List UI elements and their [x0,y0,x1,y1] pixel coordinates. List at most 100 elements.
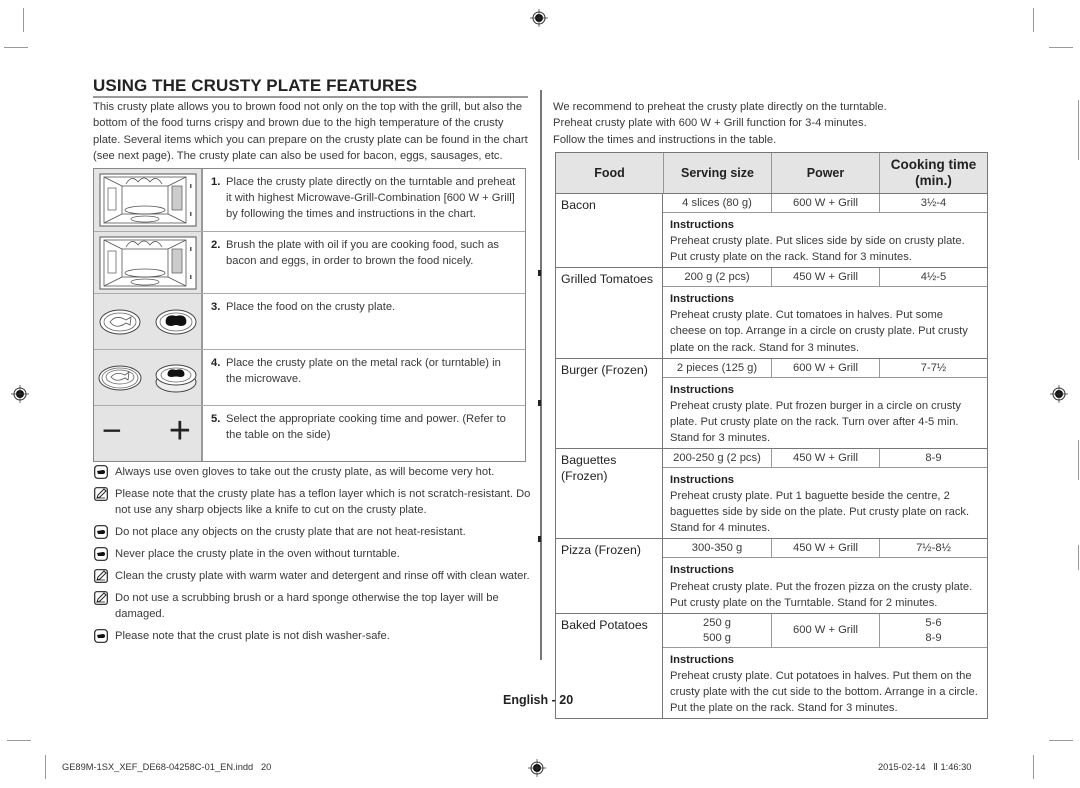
instructions-label: Instructions [670,653,735,666]
note-text: Do not place any objects on the crusty p… [115,526,466,538]
serving-size: 2 pieces (125 g) [676,361,758,374]
microwave-interior-icon [94,232,203,293]
crop-mark [4,47,28,48]
note-text: Always use oven gloves to take out the c… [115,466,495,478]
crop-mark [1078,100,1079,160]
step-row: 4. Place the crusty plate on the metal r… [94,349,525,405]
serving-size: 200 g (2 pcs) [684,271,750,284]
intro-line: We recommend to preheat the crusty plate… [553,101,887,113]
column-divider [540,90,542,660]
note-pencil-icon [94,487,108,501]
cooking-time: 7-7½ [879,358,987,377]
power: 600 W + Grill [771,358,879,377]
serving-size: 250 g 500 g [703,616,731,644]
power: 600 W + Grill [771,613,879,647]
instructions-label: Instructions [670,219,735,231]
note-text: Do not use a scrubbing brush or a hard s… [115,592,499,620]
step-text: Brush the plate with oil if you are cook… [226,239,500,267]
registration-mark-icon [1050,385,1068,403]
crop-mark [1078,440,1079,480]
step-number: 1. [211,176,221,188]
power: 450 W + Grill [771,449,879,468]
note-text: Please note that the crusty plate has a … [115,488,531,516]
note-item: Please note that the crust plate is not … [93,628,533,644]
footer-filename: GE89M-1SX_XEF_DE68-04258C-01_EN.indd 20 [62,762,272,772]
hand-pointer-icon [94,629,108,643]
plates-on-rack-icon [94,350,203,405]
step-row: − + 5. Select the appropriate cooking ti… [94,405,525,461]
divider-marker [538,400,541,406]
note-text: Please note that the crust plate is not … [115,630,390,642]
food-name: Grilled Tomatoes [556,268,663,358]
minus-plus-controls: − + [94,406,203,461]
food-row: Bacon 4 slices (80 g) 600 W + Grill 3½-4 Ins… [556,194,987,268]
cooking-time: 7½-8½ [879,539,987,558]
table-header: Food Serving size Power Cooking time (mi… [556,153,987,194]
step-row: 3. Place the food on the crusty plate. [94,293,525,349]
cooking-time: 5-6 8-9 [879,613,987,647]
food-row: Burger (Frozen) 2 pieces (125 g) 600 W + G… [556,357,987,449]
step-number: 2. [211,239,221,251]
header-food: Food [594,166,625,180]
note-item: Always use oven gloves to take out the c… [93,464,533,480]
note-item: Please note that the crusty plate has a … [93,486,533,518]
food-name: Bacon [556,194,663,268]
instructions-text: Preheat crusty plate. Put frozen burger … [670,399,962,444]
food-row: Baked Potatoes 250 g 500 g 600 W + Grill 5-… [556,612,987,719]
footer-timestamp: 2015-02-14 Ⅱ 1:46:30 [878,762,972,772]
note-pencil-icon [94,569,108,583]
food-name: Pizza (Frozen) [556,539,663,613]
instructions-label: Instructions [670,474,735,487]
step-text: Place the food on the crusty plate. [226,301,396,313]
header-serving-size: Serving size [663,153,771,193]
crop-mark [23,8,24,32]
note-text: Clean the crusty plate with warm water a… [115,570,530,582]
minus-icon: − [102,411,122,450]
instructions-text: Preheat crusty plate. Cut tomatoes in ha… [670,309,968,354]
step-number: 3. [211,301,221,313]
header-cooking-time: Cooking time (min.) [879,153,987,193]
step-text: Select the appropriate cooking time and … [226,413,506,441]
food-row: Pizza (Frozen) 300-350 g 450 W + Grill 7½-8… [556,538,987,613]
serving-size: 4 slices (80 g) [682,197,752,209]
note-item: Do not place any objects on the crusty p… [93,524,533,540]
crop-mark [7,740,31,741]
plus-icon: + [168,409,191,452]
hand-pointer-icon [94,547,108,561]
instructions-label: Instructions [670,564,735,577]
crop-mark [1033,8,1034,32]
section-intro: This crusty plate allows you to brown fo… [93,101,528,162]
food-name: Burger (Frozen) [556,358,663,449]
cooking-table: Food Serving size Power Cooking time (mi… [555,152,988,720]
step-row: 2. Brush the plate with oil if you are c… [94,231,525,293]
food-name: Baguettes (Frozen) [556,449,663,539]
note-item: Never place the crusty plate in the oven… [93,546,533,562]
crop-mark [1049,740,1073,741]
section-title: USING THE CRUSTY PLATE FEATURES [93,77,528,98]
instructions-label: Instructions [670,383,735,396]
cooking-time: 4½-5 [879,268,987,287]
note-item: Do not use a scrubbing brush or a hard s… [93,590,533,622]
divider-marker [538,270,541,276]
registration-mark-icon [530,9,548,27]
serving-size: 300-350 g [691,542,743,555]
note-pencil-icon [94,591,108,605]
serving-size: 200-250 g (2 pcs) [673,452,761,465]
instructions-label: Instructions [670,293,735,306]
step-text: Place the crusty plate on the metal rack… [226,357,501,385]
cooking-time: 3½-4 [879,194,987,212]
microwave-interior-icon [94,169,203,231]
instructions-text: Preheat crusty plate. Put slices side by… [670,235,965,264]
table-intro: We recommend to preheat the crusty plate… [553,99,988,148]
steps-table: 1. Place the crusty plate directly on th… [93,168,526,462]
instructions-text: Preheat crusty plate. Cut potatoes in ha… [670,669,978,714]
crop-mark [1033,755,1034,779]
hand-pointer-icon [94,465,108,479]
registration-mark-icon [528,759,546,777]
food-row: Grilled Tomatoes 200 g (2 pcs) 450 W + Gri… [556,267,987,358]
instructions-text: Preheat crusty plate. Put the frozen piz… [670,580,973,609]
intro-line: Follow the times and instructions in the… [553,133,777,146]
intro-line: Preheat crusty plate with 600 W + Grill … [553,117,867,130]
note-text: Never place the crusty plate in the oven… [115,548,400,560]
crop-mark [1078,545,1079,570]
